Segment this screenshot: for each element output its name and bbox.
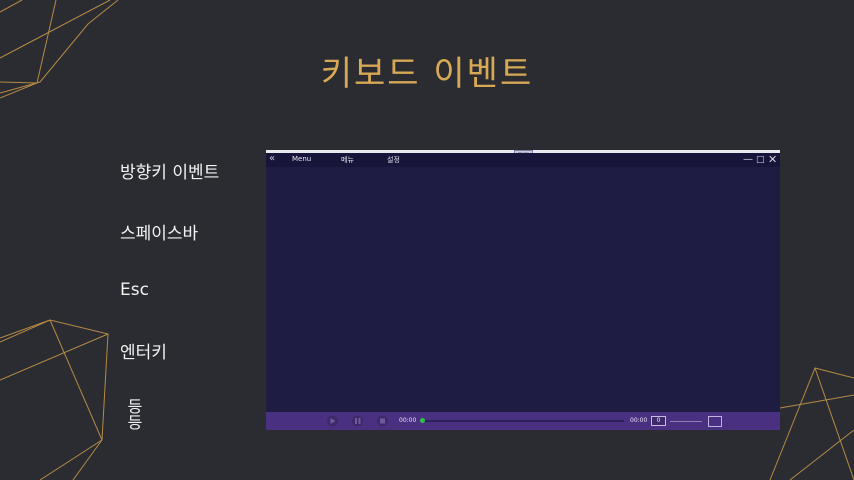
bullet-esc: Esc — [120, 280, 149, 300]
bullet-etc: 등등 — [124, 398, 143, 430]
fullscreen-icon[interactable] — [708, 416, 722, 427]
bullet-enter-key: 엔터키 — [120, 343, 167, 363]
chevron-left-double-icon[interactable]: « — [269, 153, 275, 164]
menu-item-menu-ko[interactable]: 메뉴 — [341, 155, 354, 165]
slide-title: 키보드 이벤트 — [320, 54, 534, 94]
current-time: 00:00 — [399, 417, 417, 424]
menu-item-settings[interactable]: 설정 — [387, 155, 400, 165]
volume-value[interactable]: 0 — [651, 416, 666, 426]
pause-icon[interactable] — [351, 415, 364, 427]
play-icon[interactable] — [326, 415, 339, 427]
menu-item-menu[interactable]: Menu — [292, 155, 311, 163]
total-time: 00:00 — [630, 417, 648, 424]
stop-icon[interactable] — [376, 415, 389, 427]
maximize-icon[interactable]: □ — [756, 154, 765, 166]
media-player-window: Ubuntu « Menu 메뉴 설정 — □ ✕ 00:00 00:00 0 — [266, 150, 780, 430]
player-menubar: « Menu 메뉴 설정 — □ ✕ — [266, 153, 780, 167]
minimize-icon[interactable]: — — [743, 154, 753, 166]
close-icon[interactable]: ✕ — [768, 154, 777, 166]
seek-knob[interactable] — [420, 418, 425, 423]
control-bar: 00:00 00:00 0 — [266, 412, 780, 430]
video-area[interactable] — [266, 167, 780, 412]
bullet-spacebar: 스페이스바 — [120, 224, 199, 244]
bullet-arrow-keys: 방향키 이벤트 — [120, 163, 220, 183]
volume-slider[interactable] — [670, 421, 702, 422]
seek-bar[interactable] — [421, 420, 624, 422]
